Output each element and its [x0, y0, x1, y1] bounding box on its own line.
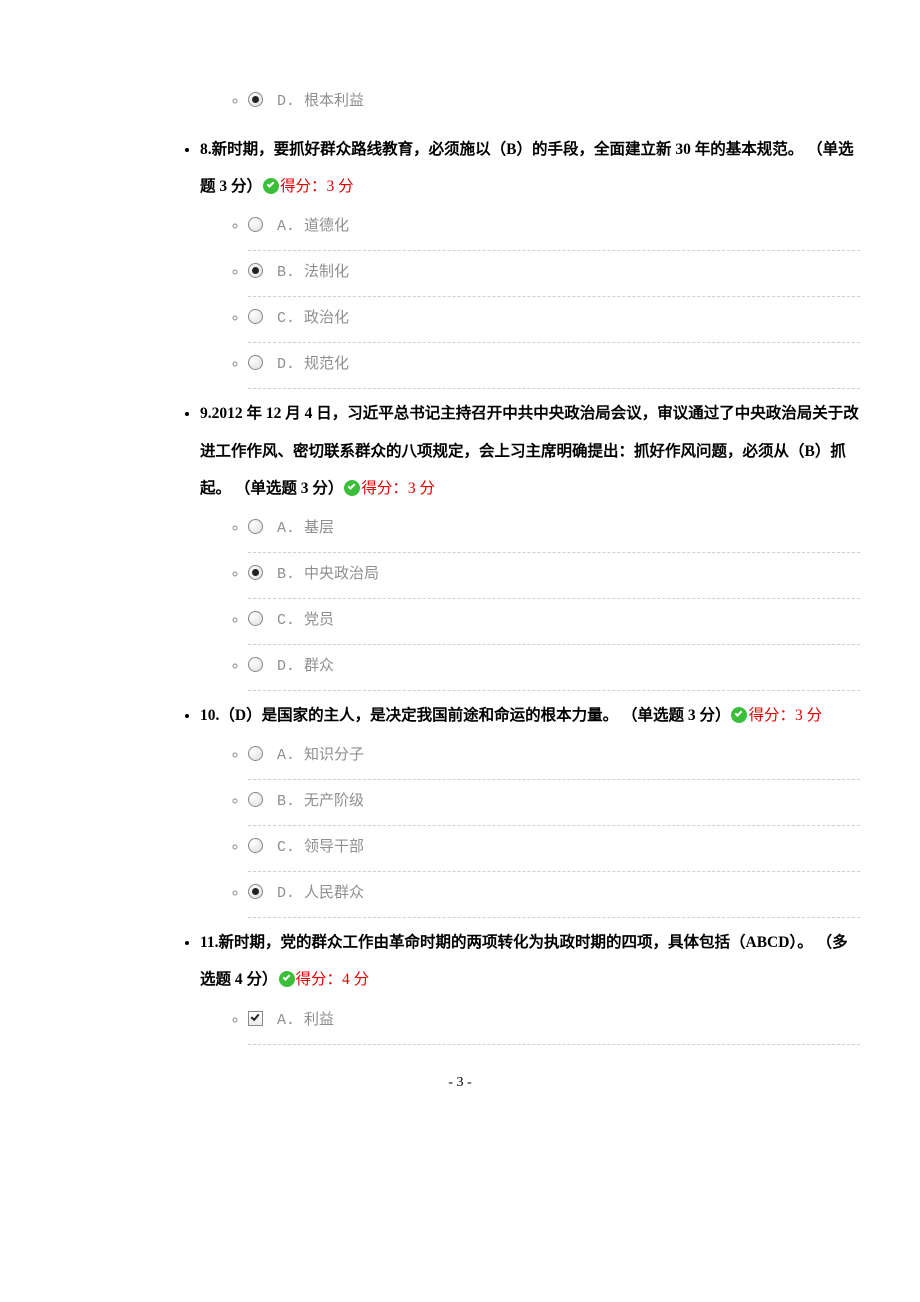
check-circle-icon: [344, 480, 360, 496]
question-text: 9.2012 年 12 月 4 日，习近平总书记主持召开中共中央政治局会议，审议…: [200, 395, 860, 507]
option-item: D. 人民群众: [248, 872, 860, 918]
option-label: D. 群众: [277, 658, 334, 675]
option-radio[interactable]: [248, 565, 263, 580]
option-list: D. 根本利益: [200, 80, 860, 125]
option-item: B. 中央政治局: [248, 553, 860, 599]
option-radio[interactable]: [248, 611, 263, 626]
option-label: C. 政治化: [277, 310, 349, 327]
option-label: D. 规范化: [277, 356, 349, 373]
option-item: B. 无产阶级: [248, 780, 860, 826]
question-text: 11.新时期，党的群众工作由革命时期的两项转化为执政时期的四项，具体包括（ABC…: [200, 924, 860, 998]
option-label: B. 无产阶级: [277, 793, 364, 810]
question-item: 9.2012 年 12 月 4 日，习近平总书记主持召开中共中央政治局会议，审议…: [200, 395, 860, 691]
option-list: A. 利益: [200, 999, 860, 1045]
question-item: D. 根本利益: [200, 80, 860, 125]
option-item: D. 群众: [248, 645, 860, 691]
option-label: B. 法制化: [277, 264, 349, 281]
option-radio[interactable]: [248, 355, 263, 370]
option-radio[interactable]: [248, 519, 263, 534]
option-radio[interactable]: [248, 263, 263, 278]
question-text: 8.新时期，要抓好群众路线教育，必须施以（B）的手段，全面建立新 30 年的基本…: [200, 131, 860, 205]
option-item: A. 知识分子: [248, 734, 860, 780]
option-item: A. 基层: [248, 507, 860, 553]
option-radio[interactable]: [248, 92, 263, 107]
option-label: B. 中央政治局: [277, 566, 379, 583]
page-container: D. 根本利益 8.新时期，要抓好群众路线教育，必须施以（B）的手段，全面建立新 …: [0, 0, 920, 1131]
option-label: C. 领导干部: [277, 839, 364, 856]
question-text: 10.（D）是国家的主人，是决定我国前途和命运的根本力量。 （单选题 3 分） 得…: [200, 697, 860, 734]
option-label: C. 党员: [277, 612, 334, 629]
page-number: - 3 -: [60, 1075, 860, 1091]
question-list: D. 根本利益 8.新时期，要抓好群众路线教育，必须施以（B）的手段，全面建立新 …: [60, 80, 860, 1045]
option-item: C. 领导干部: [248, 826, 860, 872]
option-item: C. 党员: [248, 599, 860, 645]
option-item: A. 道德化: [248, 205, 860, 251]
question-item: 11.新时期，党的群众工作由革命时期的两项转化为执政时期的四项，具体包括（ABC…: [200, 924, 860, 1044]
question-item: 8.新时期，要抓好群众路线教育，必须施以（B）的手段，全面建立新 30 年的基本…: [200, 131, 860, 389]
option-radio[interactable]: [248, 884, 263, 899]
option-checkbox[interactable]: [248, 1011, 263, 1026]
question-stem: 9.2012 年 12 月 4 日，习近平总书记主持召开中共中央政治局会议，审议…: [200, 405, 859, 496]
score-text: 得分：3 分: [748, 707, 822, 724]
option-list: A. 知识分子 B. 无产阶级 C. 领导干部 D. 人民群众: [200, 734, 860, 918]
score-text: 得分：3 分: [361, 480, 435, 497]
option-label: A. 基层: [277, 520, 334, 537]
option-radio[interactable]: [248, 657, 263, 672]
option-radio[interactable]: [248, 217, 263, 232]
option-item: C. 政治化: [248, 297, 860, 343]
option-radio[interactable]: [248, 838, 263, 853]
option-radio[interactable]: [248, 792, 263, 807]
question-item: 10.（D）是国家的主人，是决定我国前途和命运的根本力量。 （单选题 3 分） 得…: [200, 697, 860, 918]
option-radio[interactable]: [248, 309, 263, 324]
check-circle-icon: [263, 178, 279, 194]
option-label: A. 知识分子: [277, 747, 364, 764]
question-stem: 10.（D）是国家的主人，是决定我国前途和命运的根本力量。 （单选题 3 分）: [200, 707, 730, 724]
option-label: D. 人民群众: [277, 885, 364, 902]
option-label: A. 道德化: [277, 218, 349, 235]
check-circle-icon: [279, 971, 295, 987]
option-list: A. 道德化 B. 法制化 C. 政治化 D. 规范化: [200, 205, 860, 389]
check-circle-icon: [731, 707, 747, 723]
option-item: D. 根本利益: [248, 80, 860, 125]
option-radio[interactable]: [248, 746, 263, 761]
option-item: B. 法制化: [248, 251, 860, 297]
score-text: 得分：3 分: [280, 178, 354, 195]
option-label: A. 利益: [277, 1012, 334, 1029]
option-list: A. 基层 B. 中央政治局 C. 党员 D. 群众: [200, 507, 860, 691]
option-item: A. 利益: [248, 999, 860, 1045]
option-item: D. 规范化: [248, 343, 860, 389]
score-text: 得分：4 分: [296, 971, 370, 988]
option-label: D. 根本利益: [277, 93, 364, 110]
